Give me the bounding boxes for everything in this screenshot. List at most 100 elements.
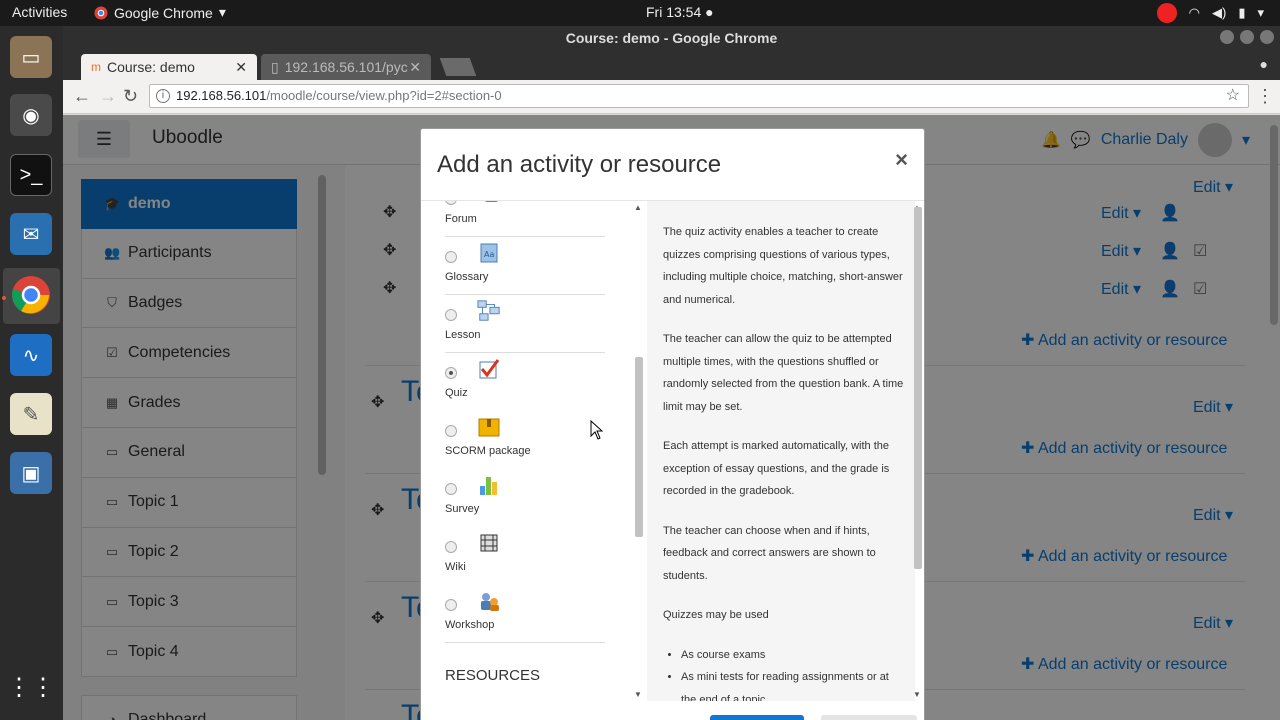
terminal-icon[interactable]: >_ [10, 154, 52, 196]
info-icon[interactable]: i [156, 89, 170, 103]
dialog-title: Add an activity or resource [437, 151, 722, 178]
radio-button[interactable] [445, 599, 457, 611]
svg-text:Aa: Aa [484, 250, 494, 259]
notification-icon[interactable] [1156, 3, 1177, 23]
bookmark-star-icon[interactable]: ☆ [1226, 85, 1240, 107]
survey-icon [477, 473, 501, 497]
help-list-item: As course exams [681, 644, 905, 667]
help-scrollbar[interactable]: ▲ ▼ [913, 201, 923, 701]
url-path: /moodle/course/view.php?id=2#section-0 [266, 88, 502, 103]
page-icon: ▯ [271, 58, 279, 75]
add-button[interactable] [710, 715, 804, 720]
browser-window: Course: demo - Google Chrome m Course: d… [63, 26, 1280, 720]
chevron-down-icon: ▾ [218, 4, 226, 20]
system-top-bar: Activities Google Chrome ▾ Fri 13:54 ● ◠… [0, 0, 1280, 26]
forward-arrow-icon[interactable]: → [99, 86, 117, 107]
option-label: Wiki [445, 561, 466, 573]
radio-button[interactable] [445, 309, 457, 321]
help-list-item: As mini tests for reading assignments or… [681, 666, 905, 701]
toolbar: ← → ↻ i 192.168.56.101/moodle/course/vie… [63, 80, 1280, 114]
help-paragraph: Quizzes may be used [663, 609, 769, 621]
wiki-icon [477, 531, 501, 555]
mouse-cursor-icon [590, 420, 604, 440]
help-paragraph: The teacher can choose when and if hints… [663, 524, 876, 582]
files-icon[interactable]: ▭ [10, 36, 52, 78]
option-workshop[interactable]: Workshop [421, 585, 633, 643]
option-survey[interactable]: Survey [421, 469, 633, 527]
help-paragraph: The teacher can allow the quiz to be att… [663, 333, 904, 413]
chrome-icon [94, 6, 108, 19]
volume-icon: ◀) [1211, 5, 1227, 20]
system-tray[interactable]: ◠ ◀) ▮ ▾ [1156, 3, 1264, 23]
text-editor-icon[interactable]: ✎ [10, 393, 52, 435]
app-grid-icon[interactable]: ⋮⋮ [7, 666, 55, 708]
scroll-up-arrow-icon[interactable]: ▲ [634, 203, 642, 212]
radio-button[interactable] [445, 483, 457, 495]
wifi-icon: ◠ [1188, 5, 1200, 20]
scorm-icon [477, 415, 501, 439]
activity-chooser-dialog: Add an activity or resource × Forum Aa G… [420, 128, 925, 720]
moodle-page: ☰ Uboodle 🔔 💬 Charlie Daly ▾ 🎓 demo 👥 Part… [63, 115, 1280, 720]
back-arrow-icon[interactable]: ← [73, 86, 91, 107]
option-lesson[interactable]: Lesson [421, 295, 633, 353]
glossary-icon: Aa [477, 241, 501, 265]
reload-icon[interactable]: ↻ [123, 86, 138, 107]
workshop-icon [477, 589, 501, 613]
activity-help-panel: The quiz activity enables a teacher to c… [647, 201, 915, 701]
scrollbar-thumb[interactable] [635, 357, 643, 537]
option-wiki[interactable]: Wiki [421, 527, 633, 585]
radio-button[interactable] [445, 201, 457, 205]
minimize-button[interactable] [1220, 30, 1234, 44]
tab-course-demo[interactable]: m Course: demo ✕ [81, 54, 257, 80]
option-label: SCORM package [445, 445, 531, 457]
maximize-button[interactable] [1240, 30, 1254, 44]
options-scrollbar[interactable]: ▲ ▼ [634, 201, 644, 701]
resources-heading: RESOURCES [445, 667, 541, 684]
option-forum[interactable]: Forum [421, 201, 633, 237]
battery-icon: ▮ [1238, 5, 1246, 20]
radio-button[interactable] [445, 541, 457, 553]
tab-label: Course: demo [107, 59, 195, 75]
clock[interactable]: Fri 13:54 ● [646, 4, 714, 20]
radio-button[interactable] [445, 425, 457, 437]
activity-options-list: Forum Aa Glossary Lesson Quiz SCORM pack… [421, 201, 643, 701]
close-icon[interactable]: × [895, 147, 908, 173]
option-label: Survey [445, 503, 480, 515]
close-tab-icon[interactable]: ✕ [409, 59, 421, 76]
forum-icon [477, 201, 501, 207]
close-tab-icon[interactable]: ✕ [235, 59, 247, 76]
tab-pyc[interactable]: ▯ 192.168.56.101/pyc ✕ [261, 54, 431, 80]
option-divider [445, 642, 605, 643]
moodle-favicon-icon: m [91, 60, 101, 74]
option-glossary[interactable]: Aa Glossary [421, 237, 633, 295]
radio-button[interactable] [445, 367, 457, 379]
thunderbird-icon[interactable]: ✉ [10, 213, 52, 255]
scrollbar-thumb[interactable] [914, 207, 922, 569]
dialog-footer [421, 715, 926, 720]
address-bar[interactable]: i 192.168.56.101/moodle/course/view.php?… [149, 84, 1249, 108]
window-titlebar: Course: demo - Google Chrome [63, 26, 1280, 50]
system-monitor-icon[interactable]: ∿ [10, 334, 52, 376]
chrome-dock-icon[interactable] [10, 274, 52, 316]
scroll-down-arrow-icon[interactable]: ▼ [634, 690, 642, 699]
window-controls [1220, 30, 1274, 44]
music-player-icon[interactable]: ◉ [10, 94, 52, 136]
new-tab-button[interactable] [439, 58, 477, 76]
dock: ▭ ◉ >_ ✉ ∿ ✎ ▣ ⋮⋮ [0, 26, 63, 720]
screenshot-icon[interactable]: ▣ [10, 452, 52, 494]
app-menu-label: Google Chrome [114, 4, 213, 21]
chrome-menu-icon[interactable]: ⋮ [1256, 86, 1274, 107]
lesson-icon [477, 299, 501, 323]
radio-button[interactable] [445, 251, 457, 263]
profile-icon[interactable]: ● [1260, 56, 1268, 72]
cancel-button[interactable] [821, 715, 917, 720]
option-label: Workshop [445, 619, 495, 631]
option-quiz[interactable]: Quiz [421, 353, 633, 411]
scroll-down-arrow-icon[interactable]: ▼ [913, 690, 921, 699]
app-menu[interactable]: Google Chrome ▾ [94, 4, 226, 21]
dialog-header: Add an activity or resource × [421, 129, 924, 201]
close-window-button[interactable] [1260, 30, 1274, 44]
help-list: As course exams As mini tests for readin… [663, 644, 905, 702]
activities-button[interactable]: Activities [12, 4, 67, 20]
chevron-down-icon: ▾ [1257, 5, 1264, 20]
